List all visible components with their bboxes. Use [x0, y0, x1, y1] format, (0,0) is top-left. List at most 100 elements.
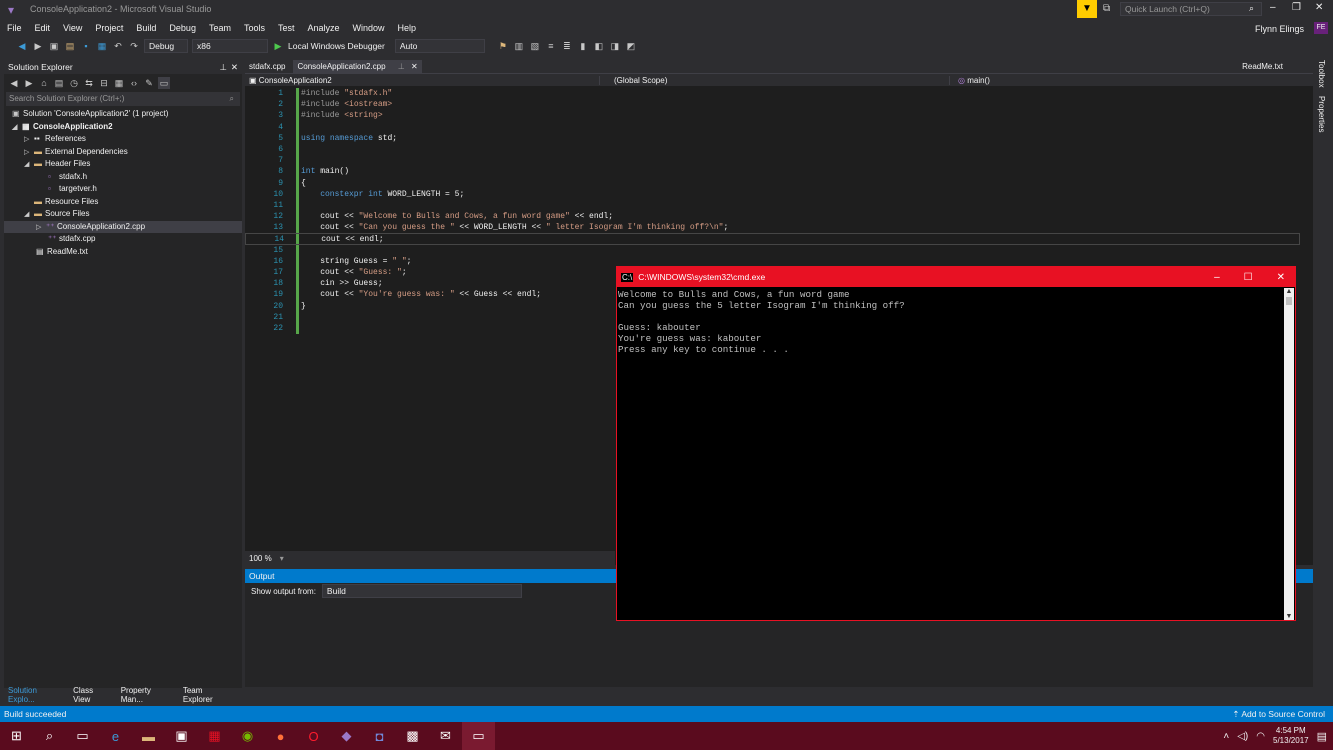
save-icon[interactable]: ▪ [80, 40, 92, 52]
quick-launch-input[interactable]: Quick Launch (Ctrl+Q) [1120, 2, 1262, 16]
preview-icon[interactable]: ▭ [158, 77, 170, 89]
toolbox-tab[interactable]: Toolbox [1317, 60, 1326, 88]
tab-stdafx-cpp[interactable]: stdafx.cpp [245, 60, 289, 73]
step-icon[interactable]: ▥ [513, 40, 525, 52]
start-icon[interactable]: ⊞ [0, 722, 33, 750]
cmd-maximize-button[interactable]: ☐ [1244, 272, 1253, 283]
menu-tools[interactable]: Tools [244, 23, 265, 33]
user-name[interactable]: Flynn Elings [1255, 24, 1304, 34]
tree-item-readme[interactable]: ▤ ReadMe.txt [4, 246, 242, 259]
tab-team-explorer[interactable]: Team Explorer [183, 686, 232, 704]
menu-debug[interactable]: Debug [169, 23, 196, 33]
tab-class-view[interactable]: Class View [73, 686, 111, 704]
tree-item-source-files[interactable]: ◢ ▬ Source Files [4, 208, 242, 221]
clear-bookmarks-icon[interactable]: ◩ [625, 40, 637, 52]
tree-item-targetver-h[interactable]: ▫ targetver.h [4, 183, 242, 196]
code-line[interactable]: 13 cout << "Can you guess the " << WORD_… [245, 222, 1300, 233]
show-all-files-icon[interactable]: ▦ [113, 77, 125, 89]
code-line[interactable]: 11 [245, 200, 1300, 211]
config-select[interactable]: Debug [144, 39, 188, 53]
cmd-scrollbar[interactable]: ▲ ▼ [1284, 288, 1294, 620]
menu-analyze[interactable]: Analyze [308, 23, 340, 33]
cmd-taskbar-icon[interactable]: ▭ [462, 722, 495, 750]
code-line[interactable]: 2 #include <iostream> [245, 99, 1300, 110]
cmd-window[interactable]: C:\ C:\WINDOWS\system32\cmd.exe – ☐ ✕ We… [616, 266, 1296, 621]
member-dropdown[interactable]: ◎ main() [950, 76, 990, 85]
zoom-level[interactable]: 100 % [249, 554, 272, 563]
new-project-icon[interactable]: ▣ [48, 40, 60, 52]
code-line[interactable]: 4 [245, 122, 1300, 133]
comment-icon[interactable]: ≡ [545, 40, 557, 52]
tree-item-project[interactable]: ◢ ▦ ConsoleApplication2 [4, 121, 242, 134]
mail-icon[interactable]: ✉ [429, 722, 462, 750]
back-icon[interactable]: ◀ [16, 40, 28, 52]
forward-icon[interactable]: ▶ [32, 40, 44, 52]
tree-item-stdafx-cpp[interactable]: ⁺⁺ stdafx.cpp [4, 233, 242, 246]
scroll-up-icon[interactable]: ▲ [1284, 288, 1294, 295]
gift-icon[interactable]: ▦ [198, 722, 231, 750]
add-to-source-control[interactable]: ⇡ Add to Source Control [1232, 709, 1325, 720]
find-icon[interactable]: ⚑ [497, 40, 509, 52]
code-line[interactable]: 5 using namespace std; [245, 133, 1300, 144]
tree-item-external-deps[interactable]: ▷ ▬ External Dependencies [4, 146, 242, 159]
properties-tab[interactable]: Properties [1317, 96, 1326, 132]
edge-icon[interactable]: e [99, 722, 132, 750]
menu-edit[interactable]: Edit [35, 23, 51, 33]
save-all-icon[interactable]: ▦ [96, 40, 108, 52]
action-center-icon[interactable]: ▤ [1317, 730, 1327, 743]
code-line[interactable]: 1 #include "stdafx.h" [245, 88, 1300, 99]
menu-team[interactable]: Team [209, 23, 231, 33]
tree-item-resource-files[interactable]: ▬ Resource Files [4, 196, 242, 209]
app-icon[interactable]: ▩ [396, 722, 429, 750]
code-line[interactable]: 14 cout << endl; [245, 233, 1300, 245]
tree-item-stdafx-h[interactable]: ▫ stdafx.h [4, 171, 242, 184]
menu-view[interactable]: View [63, 23, 82, 33]
code-line[interactable]: 9{ [245, 178, 1300, 189]
notification-flag-icon[interactable]: ▼ [1077, 0, 1097, 18]
uncomment-icon[interactable]: ≣ [561, 40, 573, 52]
start-debug-button[interactable]: Local Windows Debugger [288, 41, 385, 51]
tab-solution-explorer[interactable]: Solution Explo... [8, 686, 63, 704]
cmd-close-button[interactable]: ✕ [1277, 272, 1285, 283]
user-avatar[interactable]: FE [1314, 22, 1328, 34]
bookmark-icon[interactable]: ▮ [577, 40, 589, 52]
tree-item-solution[interactable]: ▣ Solution 'ConsoleApplication2' (1 proje… [4, 108, 242, 121]
search-icon[interactable]: ⌕ [33, 722, 66, 750]
restore-button[interactable]: ❐ [1292, 2, 1301, 13]
tree-item-header-files[interactable]: ◢ ▬ Header Files [4, 158, 242, 171]
properties-icon[interactable]: ✎ [143, 77, 155, 89]
tree-item-references[interactable]: ▷ ▪▪ References [4, 133, 242, 146]
solution-search-input[interactable]: Search Solution Explorer (Ctrl+;) ⌕ [6, 92, 240, 106]
clock[interactable]: 4:54 PM 5/13/2017 [1273, 726, 1309, 746]
discord-icon[interactable]: ◘ [363, 722, 396, 750]
menu-build[interactable]: Build [136, 23, 156, 33]
tab-main-cpp[interactable]: ConsoleApplication2.cpp ⊥ ✕ [293, 60, 422, 73]
close-panel-icon[interactable]: ✕ [231, 60, 238, 74]
close-button[interactable]: ✕ [1315, 2, 1323, 13]
redo-icon[interactable]: ↷ [128, 40, 140, 52]
project-dropdown[interactable]: ▣ ConsoleApplication2 [245, 75, 600, 85]
cmd-title-bar[interactable]: C:\ C:\WINDOWS\system32\cmd.exe – ☐ ✕ [617, 267, 1295, 287]
store-icon[interactable]: ▣ [165, 722, 198, 750]
code-line[interactable]: 6 [245, 144, 1300, 155]
scope-dropdown[interactable]: (Global Scope) [600, 75, 950, 85]
code-line[interactable]: 8 int main() [245, 166, 1300, 177]
se-forward-icon[interactable]: ▶ [23, 77, 35, 89]
firefox-icon[interactable]: ● [264, 722, 297, 750]
pin-tab-icon[interactable]: ⊥ [398, 62, 405, 71]
view-code-icon[interactable]: ‹› [128, 77, 140, 89]
file-explorer-icon[interactable]: ▬ [132, 722, 165, 750]
switch-views-icon[interactable]: ▤ [53, 77, 65, 89]
pin-icon[interactable]: ⊥ [219, 60, 226, 74]
opera-icon[interactable]: O [297, 722, 330, 750]
step-over-icon[interactable]: ▧ [529, 40, 541, 52]
tab-readme[interactable]: ReadMe.txt [1242, 62, 1283, 71]
menu-file[interactable]: File [7, 23, 22, 33]
prev-bookmark-icon[interactable]: ◧ [593, 40, 605, 52]
collapse-all-icon[interactable]: ⊟ [98, 77, 110, 89]
menu-test[interactable]: Test [278, 23, 295, 33]
minimize-button[interactable]: – [1270, 2, 1276, 13]
zoom-dropdown-icon[interactable]: ▾ [280, 554, 284, 563]
next-bookmark-icon[interactable]: ◨ [609, 40, 621, 52]
start-debug-icon[interactable]: ▶ [272, 40, 284, 52]
